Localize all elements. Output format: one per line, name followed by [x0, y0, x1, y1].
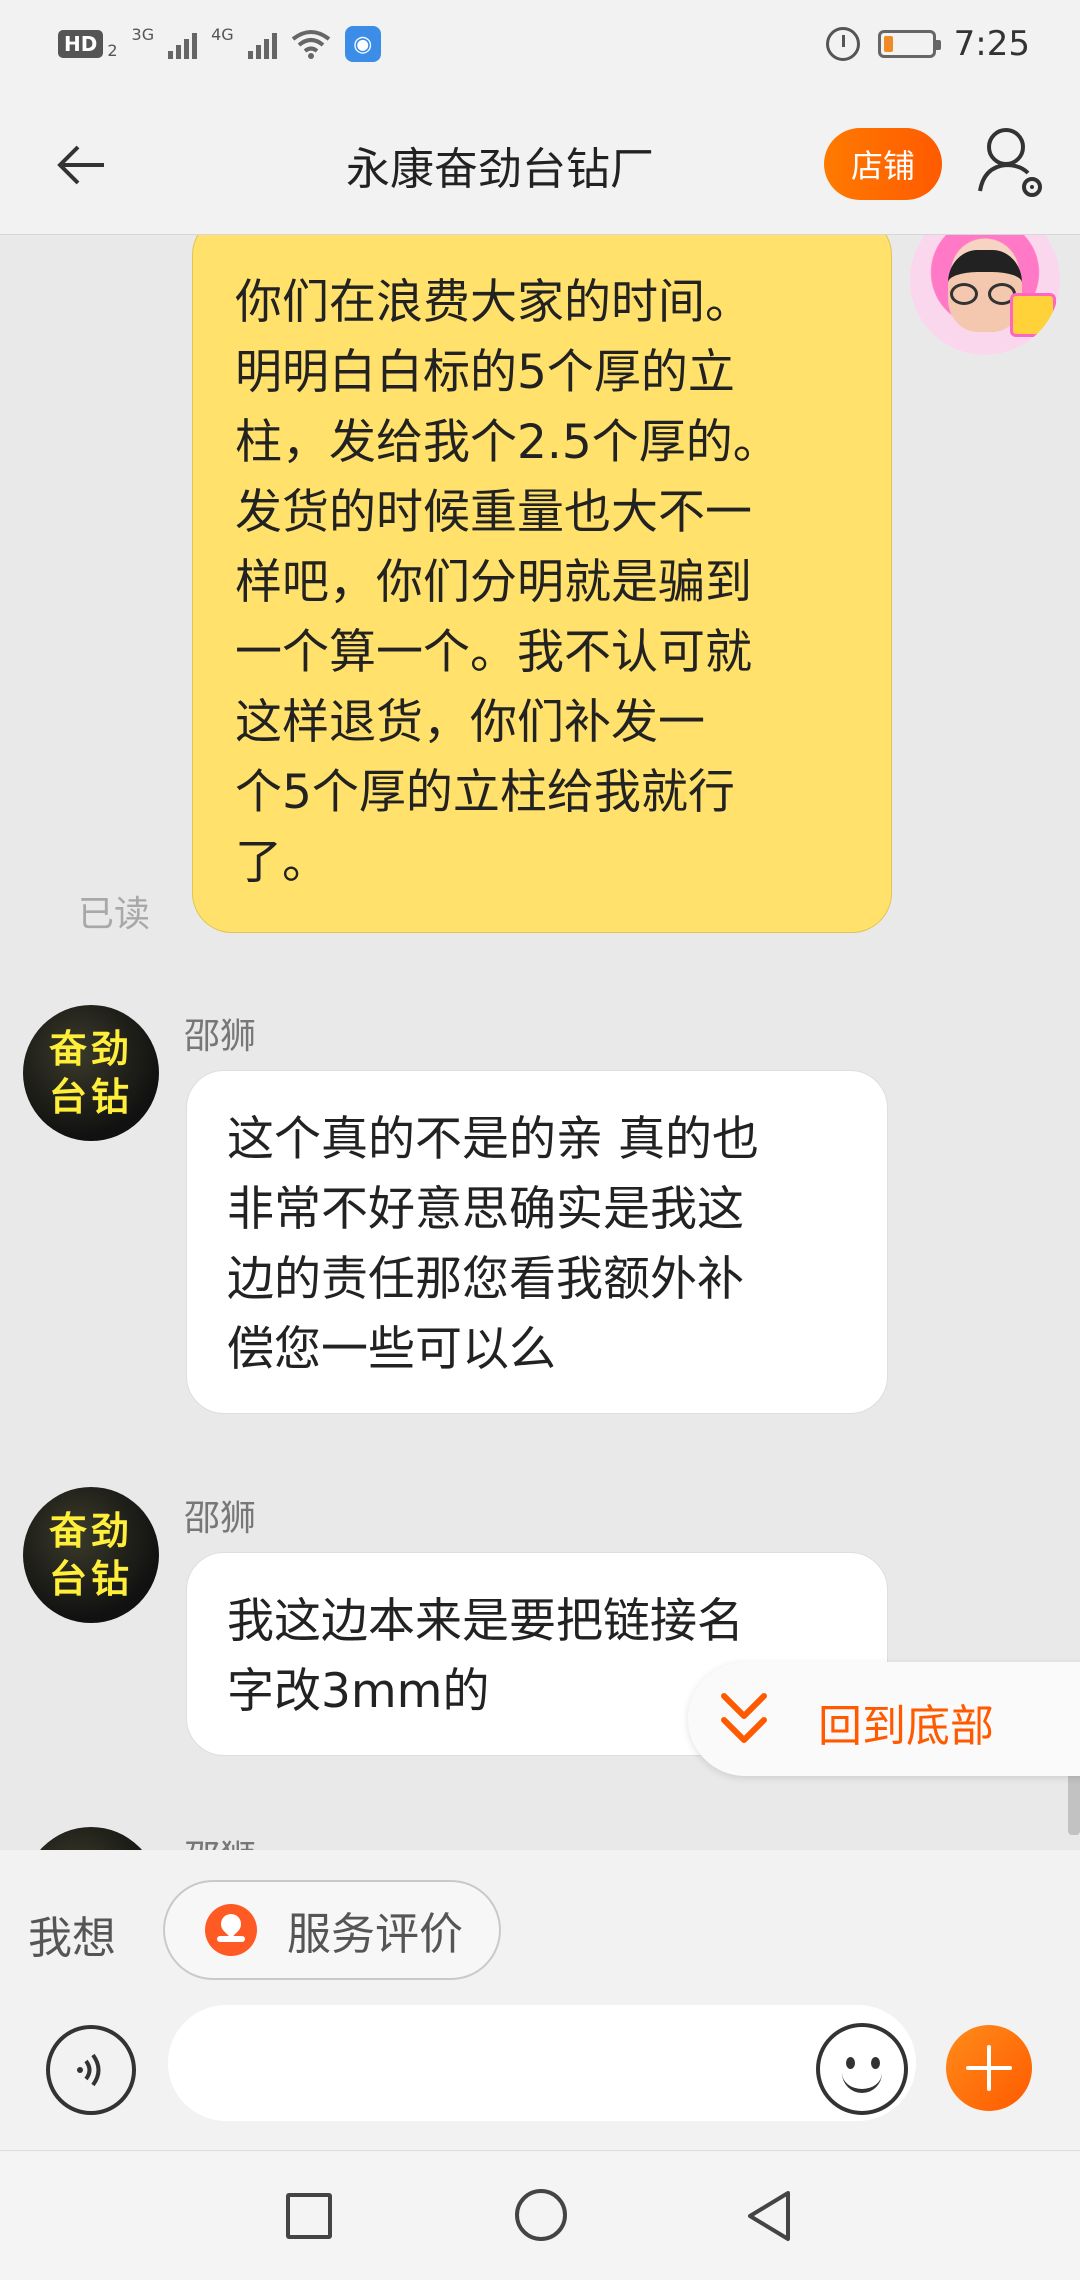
message-line: 发货的时候重量也大不一 [235, 485, 752, 540]
sender-name: 邵狮 [184, 1498, 257, 1539]
back-to-bottom-button[interactable]: 回到底部 [688, 1662, 1080, 1776]
avatar-text: 奋劲 [48, 1026, 133, 1071]
message-line: 偿您一些可以么 [227, 1322, 556, 1377]
read-status: 已读 [78, 894, 151, 935]
status-right: 7:25 [825, 24, 1030, 64]
wifi-icon [291, 30, 330, 59]
message-line: 这样退货，你们补发一 [235, 695, 705, 750]
message-line: 个5个厚的立柱给我就行 [235, 765, 735, 820]
voice-icon [77, 2053, 101, 2087]
message-line: 柱，发给我个2.5个厚的。 [235, 415, 780, 470]
status-left: HD 2 3G 4G ◉ [58, 24, 381, 62]
system-navigation-bar [0, 2150, 1080, 2280]
sender-name: 邵狮 [184, 1016, 257, 1057]
message-line: 这个真的不是的亲 真的也 [227, 1112, 759, 1167]
nav-back-icon[interactable] [744, 2189, 794, 2243]
hd-sub-label: 2 [107, 40, 118, 60]
quick-actions-prefix: 我想 [28, 1913, 116, 1964]
message-line: 边的责任那您看我额外补 [227, 1252, 744, 1307]
service-rating-label: 服务评价 [287, 1909, 463, 1960]
message-line: 非常不好意思确实是我这 [227, 1182, 744, 1237]
back-to-bottom-label: 回到底部 [818, 1701, 994, 1752]
seller-avatar[interactable]: 奋劲 台钻 [23, 1005, 159, 1141]
shopping-cart-icon [1010, 293, 1056, 337]
emoji-eye [871, 2057, 880, 2069]
home-button[interactable] [515, 2189, 567, 2241]
alarm-icon [825, 27, 860, 61]
status-time: 7:25 [953, 24, 1030, 64]
message-line: 样吧，你们分明就是骗到 [235, 555, 752, 610]
incoming-message-bubble[interactable]: 这个真的不是的亲 真的也 非常不好意思确实是我这 边的责任那您看我额外补 偿您一… [186, 1070, 888, 1414]
seller-avatar[interactable]: 奋劲 [23, 1827, 159, 1850]
service-rating-icon [205, 1904, 257, 1956]
chat-header: 永康奋劲台钻厂 店铺 [0, 95, 1080, 235]
status-bar: HD 2 3G 4G ◉ 7:25 [0, 0, 1080, 95]
message-line: 你们在浪费大家的时间。 [235, 275, 752, 330]
message-line: 我这边本来是要把链接名 [227, 1594, 744, 1649]
signal-icon-2 [247, 29, 277, 59]
double-chevron-down-icon [721, 1693, 767, 1743]
avatar-text: 台钻 [48, 1556, 133, 1601]
hotspot-icon: ◉ [344, 26, 381, 62]
quick-actions-bar: 我想 服务评价 [0, 1850, 1080, 2005]
message-input-bar [0, 2005, 1080, 2150]
outgoing-message-bubble[interactable]: 你们在浪费大家的时间。 明明白白标的5个厚的立 柱，发给我个2.5个厚的。 发货… [192, 235, 892, 933]
avatar-text: 奋劲 [48, 1508, 133, 1553]
hd-badge: HD [58, 30, 104, 58]
plus-icon[interactable] [946, 2025, 1032, 2111]
avatar-text: 台钻 [48, 1074, 133, 1119]
seller-avatar[interactable]: 奋劲 台钻 [23, 1487, 159, 1623]
signal-icon-1 [168, 29, 198, 59]
message-line: 一个算一个。我不认可就 [235, 625, 752, 680]
battery-level [883, 36, 893, 52]
sender-name: 邵狮 [184, 1829, 256, 1850]
emoji-mouth [842, 2071, 882, 2093]
shop-button[interactable]: 店铺 [824, 128, 942, 200]
emoji-button[interactable] [816, 2023, 908, 2115]
voice-input-button[interactable] [46, 2025, 136, 2115]
my-avatar[interactable] [910, 235, 1060, 355]
battery-icon [877, 30, 941, 58]
service-rating-chip[interactable]: 服务评价 [163, 1880, 501, 1980]
network-type-2: 4G [211, 24, 234, 44]
chat-messages[interactable]: 你们在浪费大家的时间。 明明白白标的5个厚的立 柱，发给我个2.5个厚的。 发货… [0, 235, 1080, 1850]
emoji-eye [846, 2057, 855, 2069]
message-line: 明明白白标的5个厚的立 [235, 345, 735, 400]
message-input[interactable] [168, 2005, 916, 2121]
recent-apps-button[interactable] [286, 2193, 332, 2239]
message-line: 了。 [235, 835, 329, 890]
network-type-1: 3G [131, 24, 155, 44]
user-settings-icon[interactable] [976, 125, 1046, 201]
